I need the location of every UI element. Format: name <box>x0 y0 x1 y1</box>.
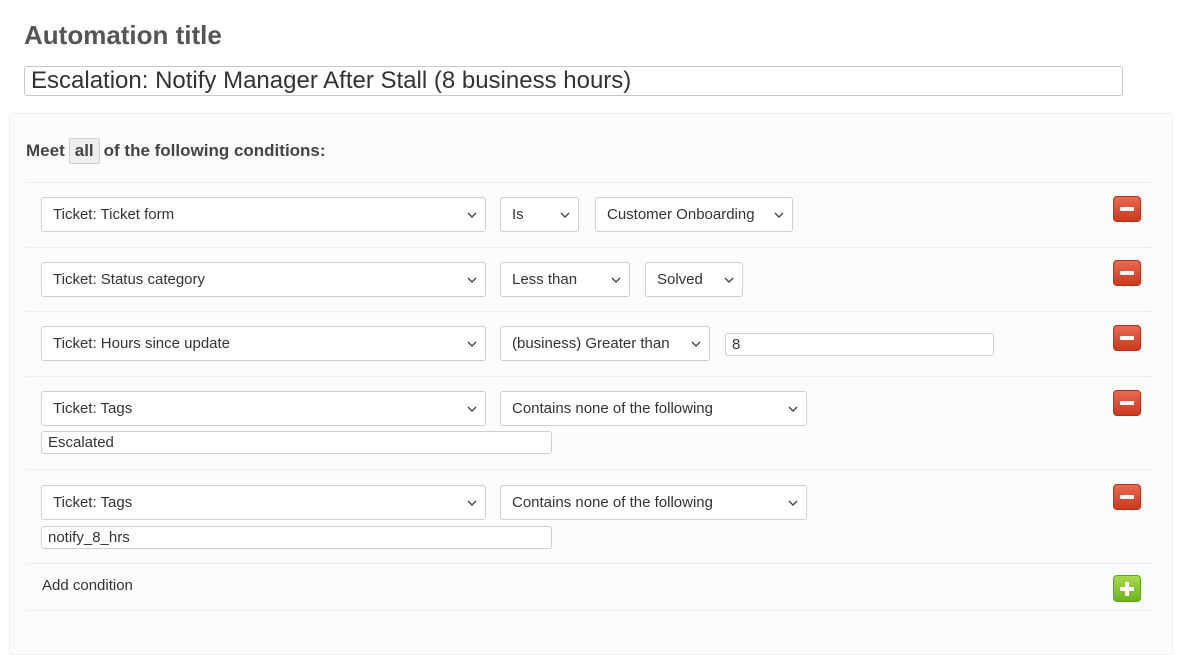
condition-operator-value: Less than <box>512 271 578 288</box>
condition-operator-value: Contains none of the following <box>512 494 713 511</box>
divider <box>26 182 1151 183</box>
minus-icon <box>1120 336 1134 340</box>
chevron-down-icon <box>467 341 477 347</box>
condition-value-input[interactable]: 8 <box>725 333 994 356</box>
remove-condition-button[interactable] <box>1113 484 1141 510</box>
condition-field-value: Ticket: Ticket form <box>53 206 175 223</box>
automation-title-label: Automation title <box>24 20 222 50</box>
chevron-down-icon <box>691 341 701 347</box>
add-condition-label[interactable]: Add condition <box>42 577 133 594</box>
automation-title-input[interactable] <box>24 66 1123 96</box>
chevron-down-icon <box>467 500 477 506</box>
divider <box>26 469 1151 470</box>
condition-operator-value: (business) Greater than <box>512 335 670 352</box>
condition-value-value: Customer Onboarding <box>607 206 755 223</box>
condition-field-select[interactable]: Ticket: Tags <box>41 391 486 426</box>
minus-icon <box>1120 401 1134 405</box>
conditions-header: Meet all of the following conditions: <box>26 138 326 164</box>
divider <box>26 563 1151 564</box>
condition-value-select[interactable]: Solved <box>645 262 743 297</box>
minus-icon <box>1120 495 1134 499</box>
chevron-down-icon <box>788 500 798 506</box>
chevron-down-icon <box>774 212 784 218</box>
chevron-down-icon <box>560 212 570 218</box>
condition-field-value: Ticket: Status category <box>53 271 206 288</box>
condition-value-input[interactable]: notify_8_hrs <box>41 526 552 549</box>
divider <box>26 610 1151 611</box>
chevron-down-icon <box>467 406 477 412</box>
condition-value-value: Solved <box>657 271 703 288</box>
condition-field-select[interactable]: Ticket: Tags <box>41 485 486 520</box>
remove-condition-button[interactable] <box>1113 390 1141 416</box>
remove-condition-button[interactable] <box>1113 325 1141 351</box>
divider <box>26 376 1151 377</box>
match-mode-select[interactable]: all <box>68 138 100 164</box>
condition-field-select[interactable]: Ticket: Ticket form <box>41 197 486 232</box>
conditions-header-prefix: Meet <box>26 141 65 160</box>
divider <box>26 247 1151 248</box>
conditions-panel <box>9 113 1173 655</box>
minus-icon <box>1120 271 1134 275</box>
condition-field-select[interactable]: Ticket: Status category <box>41 262 486 297</box>
chevron-down-icon <box>467 277 477 283</box>
chevron-down-icon <box>611 277 621 283</box>
condition-operator-select[interactable]: (business) Greater than <box>500 326 710 361</box>
condition-operator-select[interactable]: Contains none of the following <box>500 391 807 426</box>
conditions-header-suffix: of the following conditions: <box>103 141 326 160</box>
condition-field-value: Ticket: Tags <box>53 400 133 417</box>
condition-field-value: Ticket: Hours since update <box>53 335 231 352</box>
chevron-down-icon <box>467 212 477 218</box>
condition-operator-value: Is <box>512 206 524 223</box>
divider <box>26 311 1151 312</box>
remove-condition-button[interactable] <box>1113 260 1141 286</box>
minus-icon <box>1120 207 1134 211</box>
condition-operator-select[interactable]: Less than <box>500 262 630 297</box>
condition-operator-select[interactable]: Contains none of the following <box>500 485 807 520</box>
condition-operator-value: Contains none of the following <box>512 400 713 417</box>
condition-value-select[interactable]: Customer Onboarding <box>595 197 793 232</box>
remove-condition-button[interactable] <box>1113 196 1141 222</box>
chevron-down-icon <box>788 406 798 412</box>
chevron-down-icon <box>724 277 734 283</box>
condition-field-value: Ticket: Tags <box>53 494 133 511</box>
condition-value-input[interactable]: Escalated <box>41 431 552 454</box>
condition-field-select[interactable]: Ticket: Hours since update <box>41 326 486 361</box>
condition-operator-select[interactable]: Is <box>500 197 579 232</box>
add-condition-button[interactable] <box>1113 575 1141 602</box>
